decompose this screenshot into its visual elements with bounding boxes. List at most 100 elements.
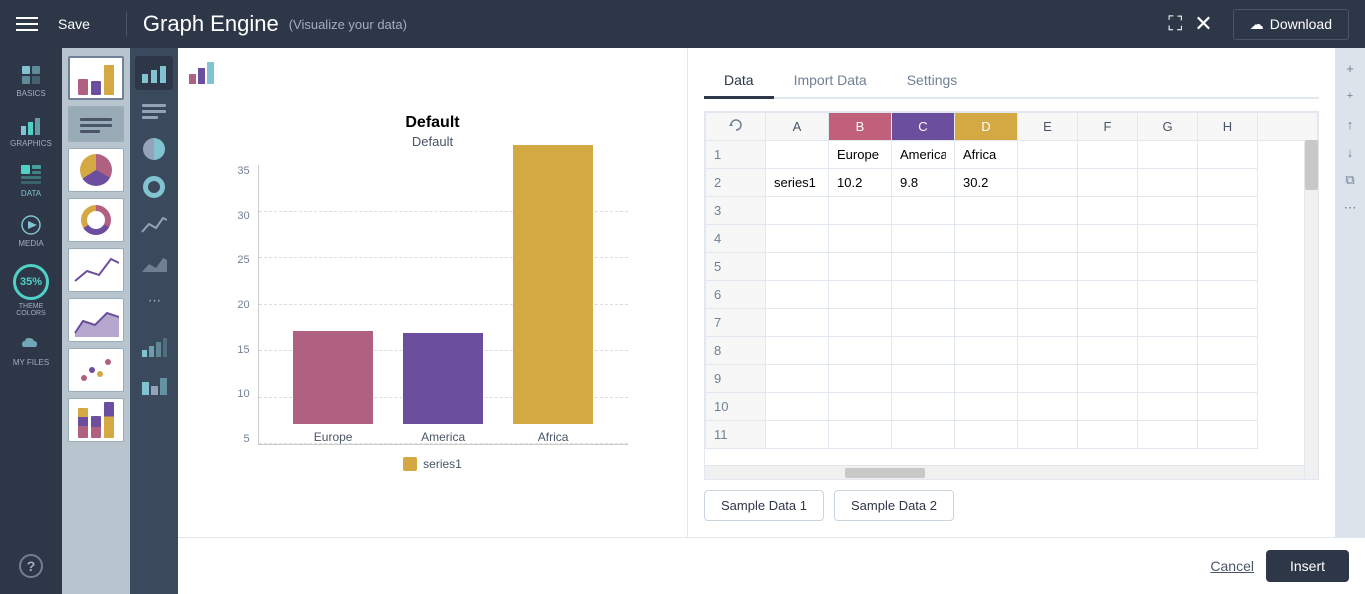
thumb-line[interactable] (68, 248, 124, 292)
cell-5-H[interactable] (1198, 253, 1258, 281)
cell-7-G[interactable] (1138, 309, 1198, 337)
cell-input-2-B[interactable] (837, 175, 883, 190)
cell-1-A[interactable] (766, 141, 829, 169)
cell-6-D[interactable] (955, 281, 1018, 309)
chart-icon-pie[interactable] (135, 132, 173, 166)
cell-2-A[interactable] (766, 169, 829, 197)
insert-button[interactable]: Insert (1266, 550, 1349, 582)
cell-4-C[interactable] (892, 225, 955, 253)
sidebar-item-data[interactable]: DATA (0, 156, 62, 206)
cell-9-G[interactable] (1138, 365, 1198, 393)
cell-10-F[interactable] (1078, 393, 1138, 421)
cell-input-1-B[interactable] (837, 147, 883, 162)
chart-icon-donut[interactable] (135, 170, 173, 204)
cell-1-B[interactable] (829, 141, 892, 169)
cell-input-1-C[interactable] (900, 147, 946, 162)
cell-4-H[interactable] (1198, 225, 1258, 253)
data-grid-wrapper[interactable]: A B C D E F G H (704, 111, 1319, 480)
h-scrollbar-thumb[interactable] (845, 468, 925, 478)
cell-5-E[interactable] (1018, 253, 1078, 281)
copy-icon[interactable]: ⧉ (1338, 168, 1362, 192)
cell-10-B[interactable] (829, 393, 892, 421)
cancel-button[interactable]: Cancel (1210, 558, 1254, 574)
cell-7-H[interactable] (1198, 309, 1258, 337)
cell-7-B[interactable] (829, 309, 892, 337)
cell-6-F[interactable] (1078, 281, 1138, 309)
cell-10-C[interactable] (892, 393, 955, 421)
fullscreen-icon[interactable]: ⛶ (1168, 13, 1182, 36)
cell-2-C[interactable] (892, 169, 955, 197)
chart-icon-bar[interactable] (135, 56, 173, 90)
cell-4-B[interactable] (829, 225, 892, 253)
sample-data-1-button[interactable]: Sample Data 1 (704, 490, 824, 521)
tab-data[interactable]: Data (704, 64, 774, 99)
close-icon[interactable]: ✕ (1194, 11, 1212, 37)
sidebar-item-theme[interactable]: 35% THEME COLORS (0, 256, 62, 325)
download-button[interactable]: ☁ Download (1233, 9, 1349, 40)
cell-input-1-D[interactable] (963, 147, 1009, 162)
cell-10-A[interactable] (766, 393, 829, 421)
cell-5-F[interactable] (1078, 253, 1138, 281)
cell-1-G[interactable] (1138, 141, 1198, 169)
cell-input-2-C[interactable] (900, 175, 946, 190)
cell-7-F[interactable] (1078, 309, 1138, 337)
cell-8-H[interactable] (1198, 337, 1258, 365)
cell-9-H[interactable] (1198, 365, 1258, 393)
up-icon[interactable]: ↑ (1338, 112, 1362, 136)
cell-4-A[interactable] (766, 225, 829, 253)
more-icon[interactable]: ⋯ (1338, 196, 1362, 220)
hamburger-menu[interactable] (16, 9, 46, 39)
thumb-donut[interactable] (68, 198, 124, 242)
cell-2-B[interactable] (829, 169, 892, 197)
cell-1-F[interactable] (1078, 141, 1138, 169)
cell-5-A[interactable] (766, 253, 829, 281)
cell-5-B[interactable] (829, 253, 892, 281)
plus-icon[interactable]: + (1338, 84, 1362, 108)
chart-icon-line[interactable] (135, 208, 173, 242)
cell-2-E[interactable] (1018, 169, 1078, 197)
cell-6-E[interactable] (1018, 281, 1078, 309)
cell-9-A[interactable] (766, 365, 829, 393)
thumb-dots[interactable] (68, 348, 124, 392)
tab-import[interactable]: Import Data (774, 64, 887, 99)
cell-3-B[interactable] (829, 197, 892, 225)
cell-9-E[interactable] (1018, 365, 1078, 393)
cell-8-F[interactable] (1078, 337, 1138, 365)
cell-1-C[interactable] (892, 141, 955, 169)
scrollbar-thumb[interactable] (1305, 140, 1318, 190)
thumb-bar-icon[interactable] (68, 106, 124, 142)
cell-8-A[interactable] (766, 337, 829, 365)
chart-icon-small-bar[interactable] (135, 330, 173, 364)
down-icon[interactable]: ↓ (1338, 140, 1362, 164)
cell-10-E[interactable] (1018, 393, 1078, 421)
chart-icon-stacked[interactable] (135, 368, 173, 402)
cell-11-H[interactable] (1198, 421, 1258, 449)
cell-8-B[interactable] (829, 337, 892, 365)
sidebar-item-question[interactable]: ? (0, 546, 62, 586)
cell-3-G[interactable] (1138, 197, 1198, 225)
cell-8-G[interactable] (1138, 337, 1198, 365)
scrollbar-track[interactable] (1304, 140, 1318, 479)
cell-11-C[interactable] (892, 421, 955, 449)
cell-8-D[interactable] (955, 337, 1018, 365)
cell-3-A[interactable] (766, 197, 829, 225)
chart-icon-list[interactable] (135, 94, 173, 128)
cell-4-D[interactable] (955, 225, 1018, 253)
refresh-cell[interactable] (706, 113, 766, 141)
cell-4-F[interactable] (1078, 225, 1138, 253)
cell-3-H[interactable] (1198, 197, 1258, 225)
cell-2-F[interactable] (1078, 169, 1138, 197)
cell-10-G[interactable] (1138, 393, 1198, 421)
cell-3-F[interactable] (1078, 197, 1138, 225)
cell-3-E[interactable] (1018, 197, 1078, 225)
cell-6-C[interactable] (892, 281, 955, 309)
cell-2-G[interactable] (1138, 169, 1198, 197)
cell-11-G[interactable] (1138, 421, 1198, 449)
cell-4-G[interactable] (1138, 225, 1198, 253)
cell-5-D[interactable] (955, 253, 1018, 281)
cell-5-C[interactable] (892, 253, 955, 281)
cell-9-D[interactable] (955, 365, 1018, 393)
cell-4-E[interactable] (1018, 225, 1078, 253)
chart-icon-more[interactable]: ··· (135, 284, 173, 318)
cell-9-F[interactable] (1078, 365, 1138, 393)
